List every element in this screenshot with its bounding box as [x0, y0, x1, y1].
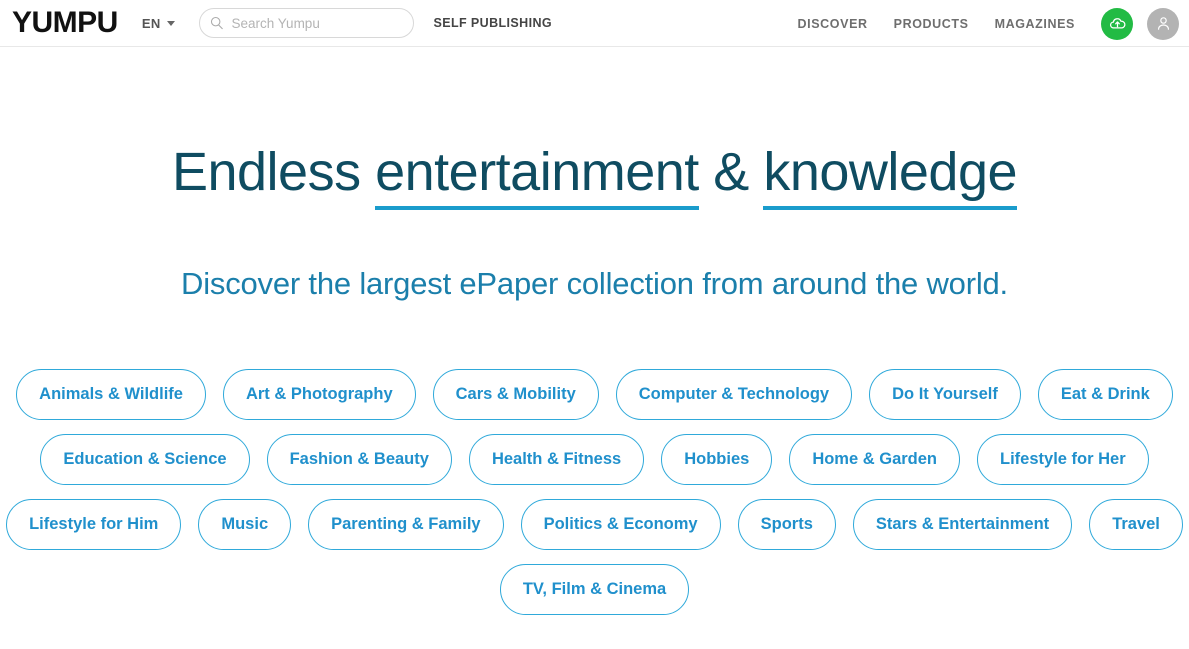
search-box[interactable]	[198, 8, 414, 38]
headline-part-2: &	[698, 142, 764, 202]
category-pill[interactable]: Cars & Mobility	[432, 368, 599, 420]
category-pill[interactable]: Music	[198, 498, 292, 550]
category-pill[interactable]: Home & Garden	[789, 433, 961, 485]
upload-button[interactable]	[1101, 7, 1133, 40]
cloud-upload-icon	[1108, 14, 1127, 33]
category-pill[interactable]: TV, Film & Cinema	[499, 563, 690, 615]
page-title: Endless entertainment & knowledge	[0, 142, 1189, 210]
category-pill[interactable]: Hobbies	[661, 433, 773, 485]
category-pill[interactable]: Politics & Economy	[520, 498, 721, 550]
category-pill[interactable]: Fashion & Beauty	[266, 433, 452, 485]
nav-magazines[interactable]: MAGAZINES	[995, 17, 1075, 31]
account-button[interactable]	[1147, 7, 1179, 40]
category-pill[interactable]: Travel	[1089, 498, 1183, 550]
self-publishing-link[interactable]: SELF PUBLISHING	[434, 16, 553, 30]
header-nav: DISCOVER PRODUCTS MAGAZINES	[798, 0, 1179, 47]
site-header: YUMPU EN SELF PUBLISHING DISCOVER PRODUC…	[0, 0, 1189, 47]
category-pill[interactable]: Do It Yourself	[869, 368, 1021, 420]
category-pill[interactable]: Lifestyle for Her	[977, 433, 1149, 485]
category-row: TV, Film & Cinema	[0, 563, 1189, 615]
category-pill[interactable]: Parenting & Family	[308, 498, 504, 550]
headline-part-1: Endless	[171, 142, 376, 202]
language-label: EN	[141, 15, 161, 31]
category-pill[interactable]: Computer & Technology	[615, 368, 853, 420]
category-pill[interactable]: Art & Photography	[222, 368, 416, 420]
chevron-down-icon	[166, 20, 175, 26]
search-input[interactable]	[231, 15, 403, 31]
page-subtitle: Discover the largest ePaper collection f…	[181, 265, 1008, 301]
nav-products[interactable]: PRODUCTS	[894, 17, 969, 31]
category-pill[interactable]: Lifestyle for Him	[6, 498, 182, 550]
search-icon	[210, 16, 224, 30]
nav-discover[interactable]: DISCOVER	[798, 17, 868, 31]
category-row: Lifestyle for Him Music Parenting & Fami…	[0, 498, 1189, 550]
category-pill[interactable]: Education & Science	[40, 433, 250, 485]
headline-underlined-knowledge: knowledge	[763, 142, 1018, 210]
category-row: Animals & Wildlife Art & Photography Car…	[0, 368, 1189, 420]
language-selector[interactable]: EN	[142, 16, 175, 31]
category-pill[interactable]: Health & Fitness	[468, 433, 645, 485]
category-row: Education & Science Fashion & Beauty Hea…	[0, 433, 1189, 485]
user-avatar-icon	[1154, 14, 1173, 33]
category-pill[interactable]: Stars & Entertainment	[852, 498, 1073, 550]
yumpu-logo[interactable]: YUMPU	[12, 8, 118, 38]
category-pill[interactable]: Eat & Drink	[1037, 368, 1173, 420]
hero-section: Endless entertainment & knowledge Discov…	[0, 47, 1189, 302]
category-list: Animals & Wildlife Art & Photography Car…	[0, 368, 1189, 615]
headline-underlined-entertainment: entertainment	[375, 142, 699, 210]
category-pill[interactable]: Animals & Wildlife	[16, 368, 206, 420]
category-pill[interactable]: Sports	[737, 498, 836, 550]
